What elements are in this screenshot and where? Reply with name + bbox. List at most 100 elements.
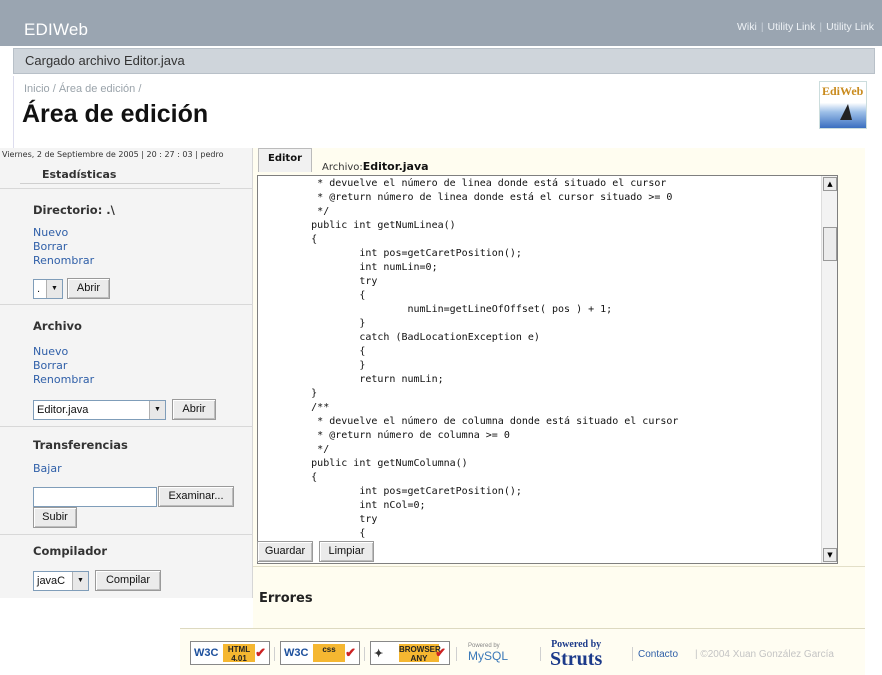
checkmark-icon: ✔	[255, 645, 266, 660]
directory-select-value: .	[37, 283, 41, 295]
contact-link[interactable]: Contacto	[638, 649, 678, 660]
directory-open-button[interactable]: Abrir	[67, 278, 110, 299]
w3c-css-label: W3C	[284, 647, 309, 659]
scroll-thumb[interactable]	[823, 227, 837, 261]
chevron-down-icon: ▼	[46, 280, 62, 298]
code-line[interactable]: {	[263, 527, 678, 541]
transfers-section: Transferencias Bajar Examinar... Subir	[0, 426, 253, 534]
editor-panel: Editor Archivo:Editor.java * devuelve el…	[253, 148, 865, 566]
save-button[interactable]: Guardar	[257, 541, 313, 562]
upload-button[interactable]: Subir	[33, 507, 77, 528]
file-label-prefix: Archivo:	[322, 162, 363, 173]
editor-scrollbar[interactable]: ▲ ▼	[821, 176, 837, 563]
mysql-badge[interactable]: Powered by MySQL	[468, 643, 508, 663]
errors-panel: Errores	[253, 566, 865, 628]
upload-file-input[interactable]	[33, 487, 157, 507]
code-line[interactable]: */	[263, 205, 678, 219]
footer: W3C HTML 4.01 ✔ W3C css ✔ ✦ BROWSER ANY …	[180, 628, 865, 675]
ediweb-logo: EdiWeb	[819, 81, 867, 129]
page-header: Inicio / Área de edición / Área de edici…	[13, 76, 875, 148]
file-rename-link[interactable]: Renombrar	[33, 373, 94, 386]
breadcrumb[interactable]: Inicio / Área de edición /	[24, 83, 141, 95]
struts-logo: Struts	[550, 648, 603, 670]
code-line[interactable]: * @return número de columna >= 0	[263, 429, 678, 443]
scroll-up-icon[interactable]: ▲	[823, 177, 837, 191]
compiler-section: Compilador javaC ▼ Compilar	[0, 534, 253, 598]
date-user-bar: Viernes, 2 de Septiembre de 2005 | 20 : …	[2, 150, 224, 159]
directory-rename-link[interactable]: Renombrar	[33, 254, 94, 267]
chevron-down-icon: ▼	[149, 401, 165, 419]
code-text[interactable]: * devuelve el número de linea donde está…	[263, 177, 678, 541]
struts-badge[interactable]: Powered by Struts	[550, 640, 603, 670]
code-line[interactable]: try	[263, 275, 678, 289]
code-line[interactable]: * @return número de linea donde está el …	[263, 191, 678, 205]
errors-title: Errores	[259, 591, 313, 606]
code-line[interactable]: public int getNumLinea()	[263, 219, 678, 233]
file-delete-link[interactable]: Borrar	[33, 359, 67, 372]
code-line[interactable]: int pos=getCaretPosition();	[263, 247, 678, 261]
code-line[interactable]: {	[263, 233, 678, 247]
directory-select[interactable]: . ▼	[33, 279, 63, 299]
any-browser-badge[interactable]: ✦ BROWSER ANY ✔	[370, 641, 450, 665]
file-section: Archivo Nuevo Borrar Renombrar Editor.ja…	[0, 304, 253, 426]
directory-title: Directorio: .\	[33, 203, 115, 217]
code-line[interactable]: numLin=getLineOfOffset( pos ) + 1;	[263, 303, 678, 317]
code-line[interactable]: int nCol=0;	[263, 499, 678, 513]
directory-delete-link[interactable]: Borrar	[33, 240, 67, 253]
mysql-logo: MySQL	[468, 649, 509, 663]
code-line[interactable]: * devuelve el número de linea donde está…	[263, 177, 678, 191]
logo-text: EdiWeb	[822, 84, 864, 98]
compiler-title: Compilador	[33, 544, 108, 558]
top-bar: EDIWeb Wiki | Utility Link | Utility Link	[0, 0, 882, 46]
copyright-text: | ©2004 Xuan González García	[695, 649, 834, 660]
chevron-down-icon: ▼	[72, 572, 88, 590]
file-open-button[interactable]: Abrir	[172, 399, 216, 420]
compile-button[interactable]: Compilar	[95, 570, 161, 591]
code-line[interactable]: return numLin;	[263, 373, 678, 387]
compiler-select[interactable]: javaC ▼	[33, 571, 89, 591]
code-line[interactable]: try	[263, 513, 678, 527]
utility-links: Wiki | Utility Link | Utility Link	[736, 21, 874, 33]
code-line[interactable]: */	[263, 443, 678, 457]
code-line[interactable]: * devuelve el número de columna donde es…	[263, 415, 678, 429]
utility-link-1[interactable]: Utility Link	[768, 21, 816, 33]
html-version-label: HTML 4.01	[223, 644, 255, 663]
clear-button[interactable]: Limpiar	[319, 541, 374, 562]
stats-link[interactable]: Estadísticas	[20, 164, 220, 184]
code-line[interactable]: int numLin=0;	[263, 261, 678, 275]
code-line[interactable]: catch (BadLocationException e)	[263, 331, 678, 345]
code-editor[interactable]: * devuelve el número de linea donde está…	[257, 175, 838, 564]
app-title: EDIWeb	[24, 20, 89, 39]
utility-link-2[interactable]: Utility Link	[826, 21, 874, 33]
page-title: Área de edición	[22, 100, 209, 128]
download-link[interactable]: Bajar	[33, 462, 62, 475]
code-line[interactable]: {	[263, 471, 678, 485]
code-line[interactable]: }	[263, 387, 678, 401]
checkmark-icon: ✔	[435, 645, 446, 660]
code-line[interactable]: }	[263, 359, 678, 373]
directory-new-link[interactable]: Nuevo	[33, 226, 68, 239]
directory-section: Directorio: .\ Nuevo Borrar Renombrar . …	[0, 188, 253, 304]
file-new-link[interactable]: Nuevo	[33, 345, 68, 358]
w3c-css-badge[interactable]: W3C css ✔	[280, 641, 360, 665]
w3c-html-badge[interactable]: W3C HTML 4.01 ✔	[190, 641, 270, 665]
file-name: Editor.java	[362, 160, 429, 173]
code-line[interactable]: int pos=getCaretPosition();	[263, 485, 678, 499]
status-message: Cargado archivo Editor.java	[25, 53, 185, 68]
compiler-select-value: javaC	[37, 575, 66, 587]
browse-button[interactable]: Examinar...	[158, 486, 234, 507]
file-select-value: Editor.java	[37, 404, 89, 416]
shark-fin-icon	[840, 104, 852, 120]
file-select[interactable]: Editor.java ▼	[33, 400, 166, 420]
scroll-down-icon[interactable]: ▼	[823, 548, 837, 562]
code-line[interactable]: {	[263, 289, 678, 303]
code-line[interactable]: public int getNumColumna()	[263, 457, 678, 471]
file-label: Archivo:Editor.java	[322, 160, 429, 173]
w3c-html-label: W3C	[194, 647, 219, 659]
css-label: css	[313, 644, 345, 662]
tab-editor[interactable]: Editor	[258, 148, 312, 172]
wiki-link[interactable]: Wiki	[737, 21, 757, 33]
code-line[interactable]: }	[263, 317, 678, 331]
code-line[interactable]: /**	[263, 401, 678, 415]
code-line[interactable]: {	[263, 345, 678, 359]
